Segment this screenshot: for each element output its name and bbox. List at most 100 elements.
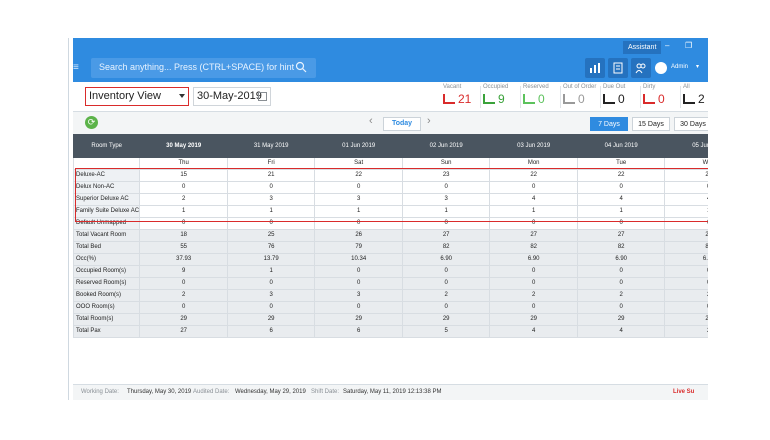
availability-cell[interactable]: 0 xyxy=(226,181,316,194)
availability-cell[interactable]: 22 xyxy=(576,169,666,182)
calendar-icon[interactable] xyxy=(258,92,267,101)
reserved-icon xyxy=(523,94,535,104)
summary-cell: 0 xyxy=(489,301,578,314)
availability-cell[interactable]: 3 xyxy=(401,193,491,206)
availability-cell[interactable]: 0 xyxy=(489,181,578,194)
chevron-down-icon[interactable]: ▾ xyxy=(696,63,699,70)
summary-cell: 0 xyxy=(664,277,708,290)
summary-cell: 4 xyxy=(489,325,578,338)
availability-cell[interactable]: 21 xyxy=(226,169,316,182)
availability-cell[interactable]: 1 xyxy=(226,205,316,218)
availability-cell[interactable]: 0 xyxy=(401,181,491,194)
availability-cell[interactable]: 1 xyxy=(401,205,491,218)
menu-icon[interactable]: ≡ xyxy=(73,62,79,73)
room-row[interactable]: Default Unmapped0000000 xyxy=(72,217,708,230)
availability-cell[interactable]: 23 xyxy=(401,169,491,182)
date-column-header[interactable]: 04 Jun 2019 xyxy=(576,134,666,158)
date-column-header[interactable]: 05 Jun 2019 xyxy=(664,134,708,158)
room-type-name: Deluxe-AC xyxy=(72,169,141,182)
availability-cell[interactable]: 0 xyxy=(576,217,666,230)
previous-arrow[interactable]: ‹ xyxy=(369,115,373,127)
search-input[interactable]: Search anything... Press (CTRL+SPACE) fo… xyxy=(91,58,316,78)
availability-cell[interactable]: 3 xyxy=(314,193,403,206)
range-7-days-button[interactable]: 7 Days xyxy=(590,117,628,131)
restore-button[interactable]: ❐ xyxy=(685,41,692,50)
stat-due-out[interactable]: Due Out 0 xyxy=(603,84,643,110)
availability-cell[interactable]: 4 xyxy=(489,193,578,206)
day-header: Thu xyxy=(139,157,228,170)
summary-cell: 2 xyxy=(576,289,666,302)
availability-cell[interactable]: 22 xyxy=(664,169,708,182)
room-row[interactable]: Family Suite Deluxe AC1111111 xyxy=(72,205,708,218)
stat-occupied[interactable]: Occupied 9 xyxy=(483,84,523,110)
summary-cell: 2 xyxy=(489,289,578,302)
assistant-button[interactable]: Assistant xyxy=(623,41,662,54)
summary-cell: 18 xyxy=(139,229,228,242)
refresh-icon[interactable]: ⟳ xyxy=(85,116,98,129)
date-column-header[interactable]: 30 May 2019 xyxy=(139,134,228,158)
availability-cell[interactable]: 1 xyxy=(576,205,666,218)
room-row[interactable]: Deluxe-AC15212223222222 xyxy=(72,169,708,182)
reports-tile[interactable] xyxy=(608,58,628,78)
summary-cell: 25 xyxy=(226,229,316,242)
availability-cell[interactable]: 1 xyxy=(139,205,228,218)
summary-label: Occupied Room(s) xyxy=(72,265,141,278)
summary-cell: 0 xyxy=(664,301,708,314)
user-name[interactable]: Admin xyxy=(671,64,688,70)
summary-cell: 82 xyxy=(576,241,666,254)
date-column-header[interactable]: 02 Jun 2019 xyxy=(401,134,491,158)
summary-cell: 3 xyxy=(314,289,403,302)
availability-cell[interactable]: 0 xyxy=(139,181,228,194)
availability-cell[interactable]: 0 xyxy=(314,181,403,194)
live-support-link[interactable]: Live Su xyxy=(673,389,694,395)
dashboard-tile[interactable] xyxy=(585,58,605,78)
stat-reserved[interactable]: Reserved 0 xyxy=(523,84,563,110)
stat-vacant[interactable]: Vacant 21 xyxy=(443,84,483,110)
availability-cell[interactable]: 22 xyxy=(489,169,578,182)
availability-cell[interactable]: 1 xyxy=(314,205,403,218)
availability-cell[interactable]: 0 xyxy=(226,217,316,230)
today-button[interactable]: Today xyxy=(383,117,421,131)
availability-cell[interactable]: 2 xyxy=(139,193,228,206)
date-column-header[interactable]: 31 May 2019 xyxy=(226,134,316,158)
availability-cell[interactable]: 4 xyxy=(576,193,666,206)
availability-cell[interactable]: 3 xyxy=(226,193,316,206)
availability-cell[interactable]: 0 xyxy=(139,217,228,230)
summary-cell: 82 xyxy=(664,241,708,254)
minimize-button[interactable]: – xyxy=(665,41,669,50)
next-arrow[interactable]: › xyxy=(427,115,431,127)
avatar[interactable] xyxy=(655,62,667,74)
bed-icon xyxy=(443,94,455,104)
date-field[interactable]: 30-May-2019 xyxy=(193,87,271,106)
stat-label: Dirty xyxy=(643,84,656,90)
availability-cell[interactable]: 22 xyxy=(314,169,403,182)
search-icon[interactable] xyxy=(295,61,307,73)
summary-cell: 0 xyxy=(226,301,316,314)
summary-cell: 29 xyxy=(226,313,316,326)
date-column-header[interactable]: 03 Jun 2019 xyxy=(489,134,578,158)
availability-cell[interactable]: 0 xyxy=(489,217,578,230)
stat-out-of-order[interactable]: Out of Order 0 xyxy=(563,84,603,110)
users-tile[interactable] xyxy=(631,58,651,78)
availability-cell[interactable]: 4 xyxy=(664,193,708,206)
availability-cell[interactable]: 1 xyxy=(489,205,578,218)
availability-cell[interactable]: 0 xyxy=(401,217,491,230)
stat-all[interactable]: All 2 xyxy=(683,84,708,110)
availability-cell[interactable]: 15 xyxy=(139,169,228,182)
availability-cell[interactable]: 0 xyxy=(576,181,666,194)
shift-date-label: Shift Date: xyxy=(311,389,340,395)
summary-row: Booked Room(s)2332222 xyxy=(72,289,708,302)
room-row[interactable]: Delux Non-AC0000000 xyxy=(72,181,708,194)
availability-cell[interactable]: 0 xyxy=(664,181,708,194)
availability-cell[interactable]: 1 xyxy=(664,205,708,218)
range-30-days-button[interactable]: 30 Days xyxy=(674,117,708,131)
date-column-header[interactable]: 01 Jun 2019 xyxy=(314,134,403,158)
stat-dirty[interactable]: Dirty 0 xyxy=(643,84,683,110)
room-row[interactable]: Superior Deluxe AC2333444 xyxy=(72,193,708,206)
availability-cell[interactable]: 0 xyxy=(664,217,708,230)
availability-cell[interactable]: 0 xyxy=(314,217,403,230)
view-dropdown[interactable]: Inventory View xyxy=(85,87,189,106)
summary-row: Occupied Room(s)9100000 xyxy=(72,265,708,278)
range-15-days-button[interactable]: 15 Days xyxy=(632,117,670,131)
summary-cell: 1 xyxy=(226,265,316,278)
